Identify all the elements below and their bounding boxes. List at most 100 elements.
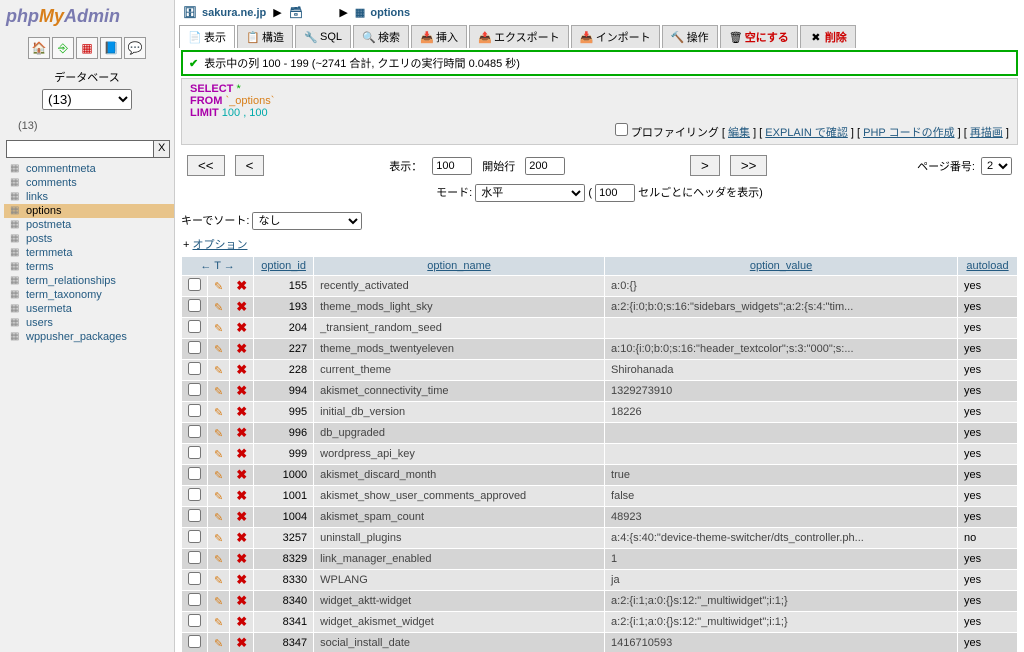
sidebar-table-users[interactable]: users xyxy=(4,316,174,330)
row-checkbox[interactable] xyxy=(188,635,201,648)
tab-検索[interactable]: 🔍検索 xyxy=(353,25,409,48)
edit-icon[interactable]: ✎ xyxy=(208,633,230,652)
tab-削除[interactable]: ✖削除 xyxy=(800,25,856,48)
tab-エクスポート[interactable]: 📤エクスポート xyxy=(469,25,569,48)
header-repeat-input[interactable] xyxy=(595,184,635,202)
delete-icon[interactable]: ✖ xyxy=(230,528,254,549)
last-page-button[interactable]: >> xyxy=(730,155,768,176)
delete-icon[interactable]: ✖ xyxy=(230,360,254,381)
edit-icon[interactable]: ✎ xyxy=(208,276,230,297)
tab-構造[interactable]: 📋構造 xyxy=(237,25,293,48)
row-checkbox[interactable] xyxy=(188,362,201,375)
sidebar-table-term_relationships[interactable]: term_relationships xyxy=(4,274,174,288)
delete-icon[interactable]: ✖ xyxy=(230,297,254,318)
edit-icon[interactable]: ✎ xyxy=(208,591,230,612)
row-checkbox[interactable] xyxy=(188,341,201,354)
edit-icon[interactable]: ✎ xyxy=(208,528,230,549)
tab-表示[interactable]: 📄表示 xyxy=(179,25,235,48)
edit-icon[interactable]: ✎ xyxy=(208,297,230,318)
sidebar-table-termmeta[interactable]: termmeta xyxy=(4,246,174,260)
database-select[interactable]: (13) xyxy=(42,89,132,110)
breadcrumb-db[interactable] xyxy=(308,7,332,19)
tab-SQL[interactable]: 🔧SQL xyxy=(295,25,351,48)
sort-select[interactable]: なし xyxy=(252,212,362,230)
row-checkbox[interactable] xyxy=(188,383,201,396)
row-checkbox[interactable] xyxy=(188,446,201,459)
options-link[interactable]: オプション xyxy=(192,239,247,251)
row-checkbox[interactable] xyxy=(188,593,201,606)
row-checkbox[interactable] xyxy=(188,320,201,333)
sql-edit[interactable]: 編集 xyxy=(728,127,750,139)
row-checkbox[interactable] xyxy=(188,572,201,585)
row-checkbox[interactable] xyxy=(188,509,201,522)
delete-icon[interactable]: ✖ xyxy=(230,486,254,507)
sidebar-table-terms[interactable]: terms xyxy=(4,260,174,274)
query-icon[interactable]: 💬 xyxy=(124,37,146,59)
delete-icon[interactable]: ✖ xyxy=(230,318,254,339)
breadcrumb-table[interactable]: options xyxy=(370,7,410,19)
delete-icon[interactable]: ✖ xyxy=(230,570,254,591)
delete-icon[interactable]: ✖ xyxy=(230,423,254,444)
sidebar-table-postmeta[interactable]: postmeta xyxy=(4,218,174,232)
docs-icon[interactable]: 📘 xyxy=(100,37,122,59)
edit-icon[interactable]: ✎ xyxy=(208,549,230,570)
home-icon[interactable]: 🏠 xyxy=(28,37,50,59)
edit-icon[interactable]: ✎ xyxy=(208,339,230,360)
sql-icon[interactable]: ▦ xyxy=(76,37,98,59)
delete-icon[interactable]: ✖ xyxy=(230,465,254,486)
sidebar-table-comments[interactable]: comments xyxy=(4,176,174,190)
edit-icon[interactable]: ✎ xyxy=(208,360,230,381)
exit-icon[interactable]: ⎆ xyxy=(52,37,74,59)
sidebar-table-term_taxonomy[interactable]: term_taxonomy xyxy=(4,288,174,302)
delete-icon[interactable]: ✖ xyxy=(230,591,254,612)
sidebar-table-options[interactable]: options xyxy=(4,204,174,218)
delete-icon[interactable]: ✖ xyxy=(230,402,254,423)
profiling-checkbox[interactable] xyxy=(615,123,628,136)
next-page-button[interactable]: > xyxy=(690,155,720,176)
row-checkbox[interactable] xyxy=(188,488,201,501)
clear-search[interactable]: X xyxy=(154,140,170,158)
edit-icon[interactable]: ✎ xyxy=(208,423,230,444)
edit-icon[interactable]: ✎ xyxy=(208,612,230,633)
delete-icon[interactable]: ✖ xyxy=(230,612,254,633)
first-page-button[interactable]: << xyxy=(187,155,225,176)
prev-page-button[interactable]: < xyxy=(235,155,265,176)
breadcrumb-host[interactable]: sakura.ne.jp xyxy=(202,7,266,19)
sidebar-table-wppusher_packages[interactable]: wppusher_packages xyxy=(4,330,174,344)
tab-挿入[interactable]: 📥挿入 xyxy=(411,25,467,48)
mode-select[interactable]: 水平 xyxy=(475,184,585,202)
row-checkbox[interactable] xyxy=(188,614,201,627)
sql-explain[interactable]: EXPLAIN で確認 xyxy=(765,127,848,139)
delete-icon[interactable]: ✖ xyxy=(230,633,254,652)
delete-icon[interactable]: ✖ xyxy=(230,444,254,465)
row-checkbox[interactable] xyxy=(188,404,201,417)
edit-icon[interactable]: ✎ xyxy=(208,318,230,339)
row-checkbox[interactable] xyxy=(188,551,201,564)
header-option-value[interactable]: option_value xyxy=(605,257,958,276)
edit-icon[interactable]: ✎ xyxy=(208,381,230,402)
sidebar-table-commentmeta[interactable]: commentmeta xyxy=(4,162,174,176)
table-search-input[interactable] xyxy=(6,140,154,158)
delete-icon[interactable]: ✖ xyxy=(230,276,254,297)
tab-操作[interactable]: 🔨操作 xyxy=(662,25,718,48)
sidebar-table-links[interactable]: links xyxy=(4,190,174,204)
edit-icon[interactable]: ✎ xyxy=(208,507,230,528)
page-select[interactable]: 2 xyxy=(981,157,1012,175)
edit-icon[interactable]: ✎ xyxy=(208,486,230,507)
start-row-input[interactable] xyxy=(525,157,565,175)
edit-icon[interactable]: ✎ xyxy=(208,402,230,423)
tab-空にする[interactable]: 🗑空にする xyxy=(720,25,798,48)
sql-php[interactable]: PHP コードの作成 xyxy=(863,127,954,139)
sql-refresh[interactable]: 再描画 xyxy=(970,127,1003,139)
header-option-name[interactable]: option_name xyxy=(314,257,605,276)
rows-input[interactable] xyxy=(432,157,472,175)
delete-icon[interactable]: ✖ xyxy=(230,549,254,570)
row-checkbox[interactable] xyxy=(188,425,201,438)
header-option-id[interactable]: option_id xyxy=(254,257,314,276)
row-checkbox[interactable] xyxy=(188,467,201,480)
edit-icon[interactable]: ✎ xyxy=(208,570,230,591)
row-checkbox[interactable] xyxy=(188,278,201,291)
header-autoload[interactable]: autoload xyxy=(958,257,1018,276)
delete-icon[interactable]: ✖ xyxy=(230,339,254,360)
edit-icon[interactable]: ✎ xyxy=(208,465,230,486)
